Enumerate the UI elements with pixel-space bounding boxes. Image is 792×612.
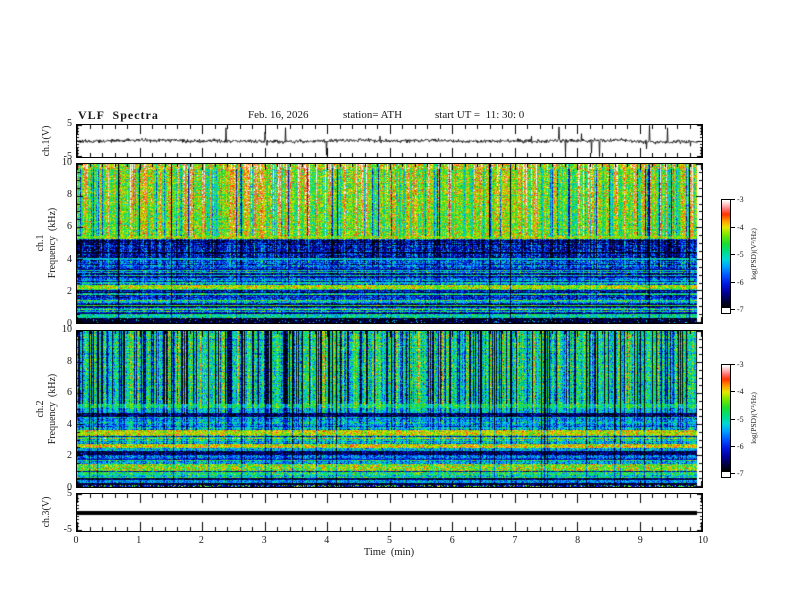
xaxis-tick-label: 8 — [575, 535, 581, 546]
colorbar-tick-mark — [731, 473, 735, 474]
ylabel-spec1-channel: ch.1 — [35, 234, 46, 252]
xaxis-title: Time (min) — [363, 547, 415, 558]
xaxis-tick-label: 9 — [637, 535, 643, 546]
colorbar-1-canvas — [722, 200, 730, 308]
colorbar-2-canvas — [722, 365, 730, 472]
panel-ch2-spectrogram — [76, 330, 703, 488]
start-ut-label: start UT = 11: 30: 0 — [435, 109, 525, 121]
xaxis-tick-label: 0 — [73, 535, 79, 546]
ch1-wave-ytick-label: -5 — [63, 151, 72, 162]
xaxis-tick-label: 7 — [512, 535, 518, 546]
colorbar-tick-mark — [731, 199, 735, 200]
ylabel-ch3-volts: ch.3(V) — [41, 496, 52, 528]
plot-title: VLF Spectra — [78, 108, 159, 122]
panel-ch1-waveform — [76, 124, 703, 158]
colorbar-tick-mark — [731, 227, 735, 228]
colorbar-2 — [721, 364, 731, 478]
xaxis-tick-label: 5 — [387, 535, 392, 546]
colorbar-tick-mark — [731, 364, 735, 365]
xaxis-tick-label: 10 — [698, 535, 708, 546]
figure: VLF Spectra Feb. 16, 2026 station= ATH s… — [0, 0, 792, 612]
station-label: station= ATH — [343, 109, 403, 121]
colorbar-tick-mark — [731, 309, 735, 310]
colorbar-tick-mark — [731, 254, 735, 255]
colorbar-tick-mark — [731, 446, 735, 447]
xaxis-tick-label: 1 — [136, 535, 142, 546]
colorbar-2-label: log(PSD)(V²/Hz) — [749, 392, 758, 444]
ylabel-spec1-frequency: Frequency (kHz) — [47, 207, 58, 279]
xaxis-tick-label: 3 — [261, 535, 267, 546]
ch1-spectrogram-canvas — [77, 164, 702, 323]
colorbar-tick-mark — [731, 282, 735, 283]
ch3-waveform-canvas — [77, 494, 702, 531]
colorbar-tick-mark — [731, 419, 735, 420]
colorbar-tick-mark — [731, 391, 735, 392]
date-label: Feb. 16, 2026 — [248, 109, 309, 121]
ch1-waveform-canvas — [77, 125, 702, 157]
ch3-wave-ytick-label: -5 — [63, 524, 72, 535]
ch1-wave-ytick-label: 5 — [67, 118, 72, 129]
xaxis-tick-label: 4 — [324, 535, 330, 546]
ch2-spectrogram-canvas — [77, 331, 702, 487]
ch3-wave-ytick-label: 5 — [67, 488, 72, 499]
xaxis-tick-label: 2 — [198, 535, 204, 546]
colorbar-1 — [721, 199, 731, 314]
xaxis-tick-label: 6 — [449, 535, 455, 546]
panel-ch3-waveform — [76, 493, 703, 532]
colorbar-1-label: log(PSD)(V²/Hz) — [749, 228, 758, 280]
panel-ch1-spectrogram — [76, 163, 703, 324]
